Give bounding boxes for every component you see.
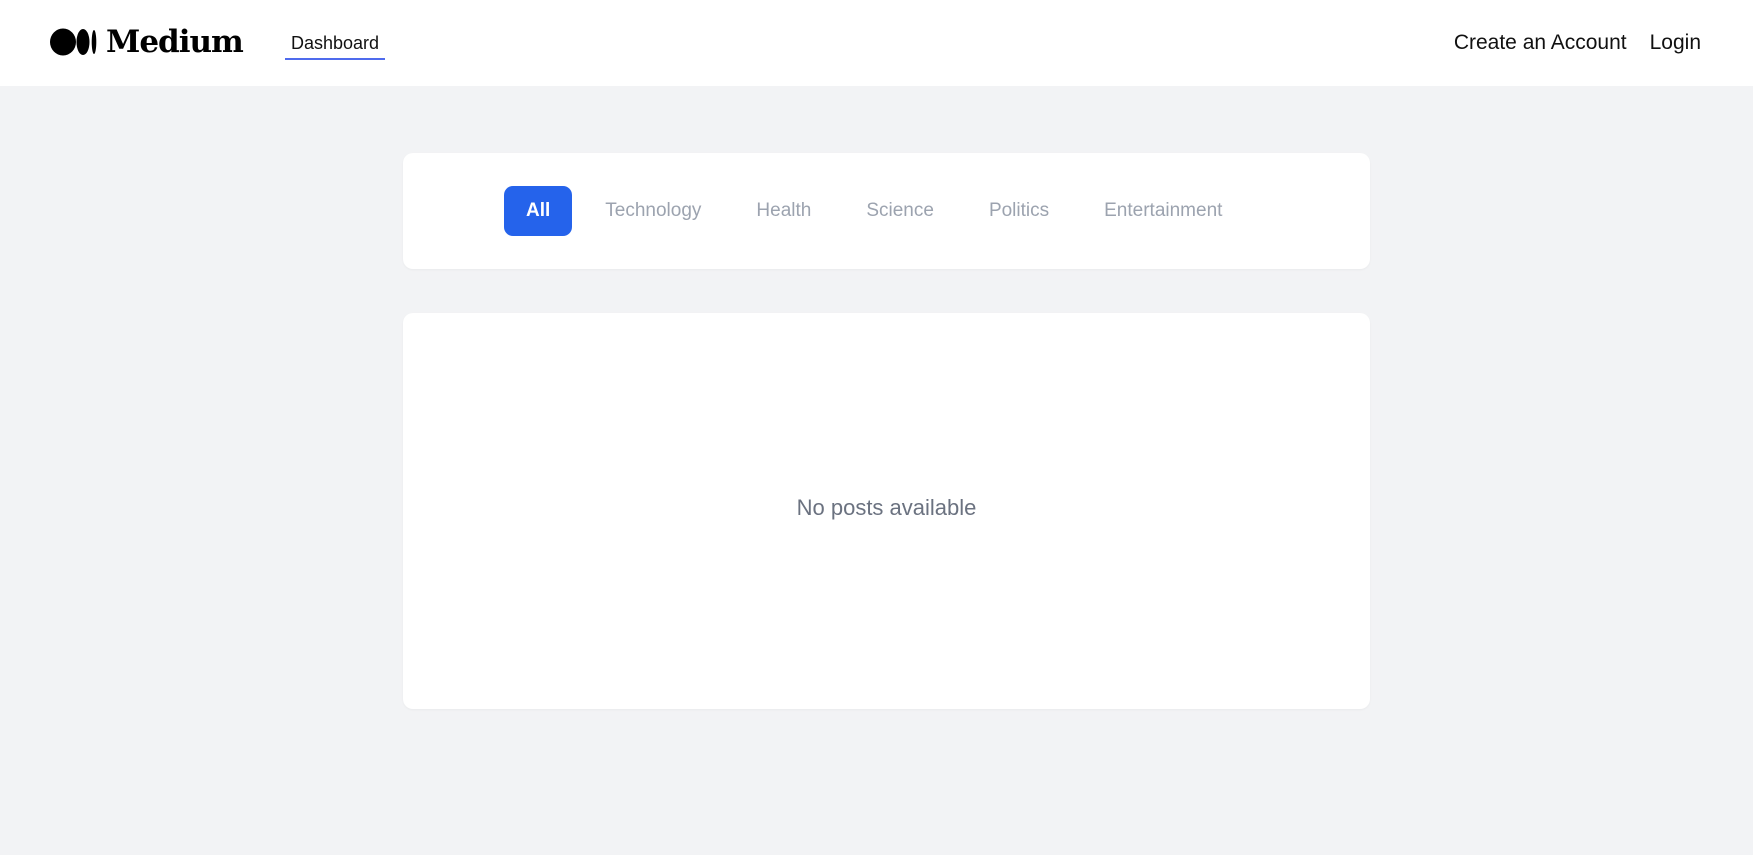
posts-feed: No posts available [403,313,1370,709]
empty-state-message: No posts available [796,495,977,520]
tab-technology[interactable]: Technology [583,186,723,236]
category-tabs: All Technology Health Science Politics E… [504,186,1255,236]
tab-all[interactable]: All [504,186,573,236]
tab-health[interactable]: Health [734,186,833,236]
nav-dashboard-link[interactable]: Dashboard [285,30,386,60]
create-account-link[interactable]: Create an Account [1454,28,1627,58]
category-filter-card: All Technology Health Science Politics E… [403,153,1370,269]
tab-entertainment[interactable]: Entertainment [1082,186,1244,236]
tab-science[interactable]: Science [844,186,956,236]
brand-logo[interactable]: Medium [50,24,244,60]
medium-logo-icon [50,28,98,56]
login-link[interactable]: Login [1650,28,1701,58]
top-navbar: Medium Dashboard Create an Account Login [0,0,1753,86]
brand-name: Medium [106,24,244,60]
tab-politics[interactable]: Politics [967,186,1071,236]
auth-links: Create an Account Login [1454,28,1701,58]
